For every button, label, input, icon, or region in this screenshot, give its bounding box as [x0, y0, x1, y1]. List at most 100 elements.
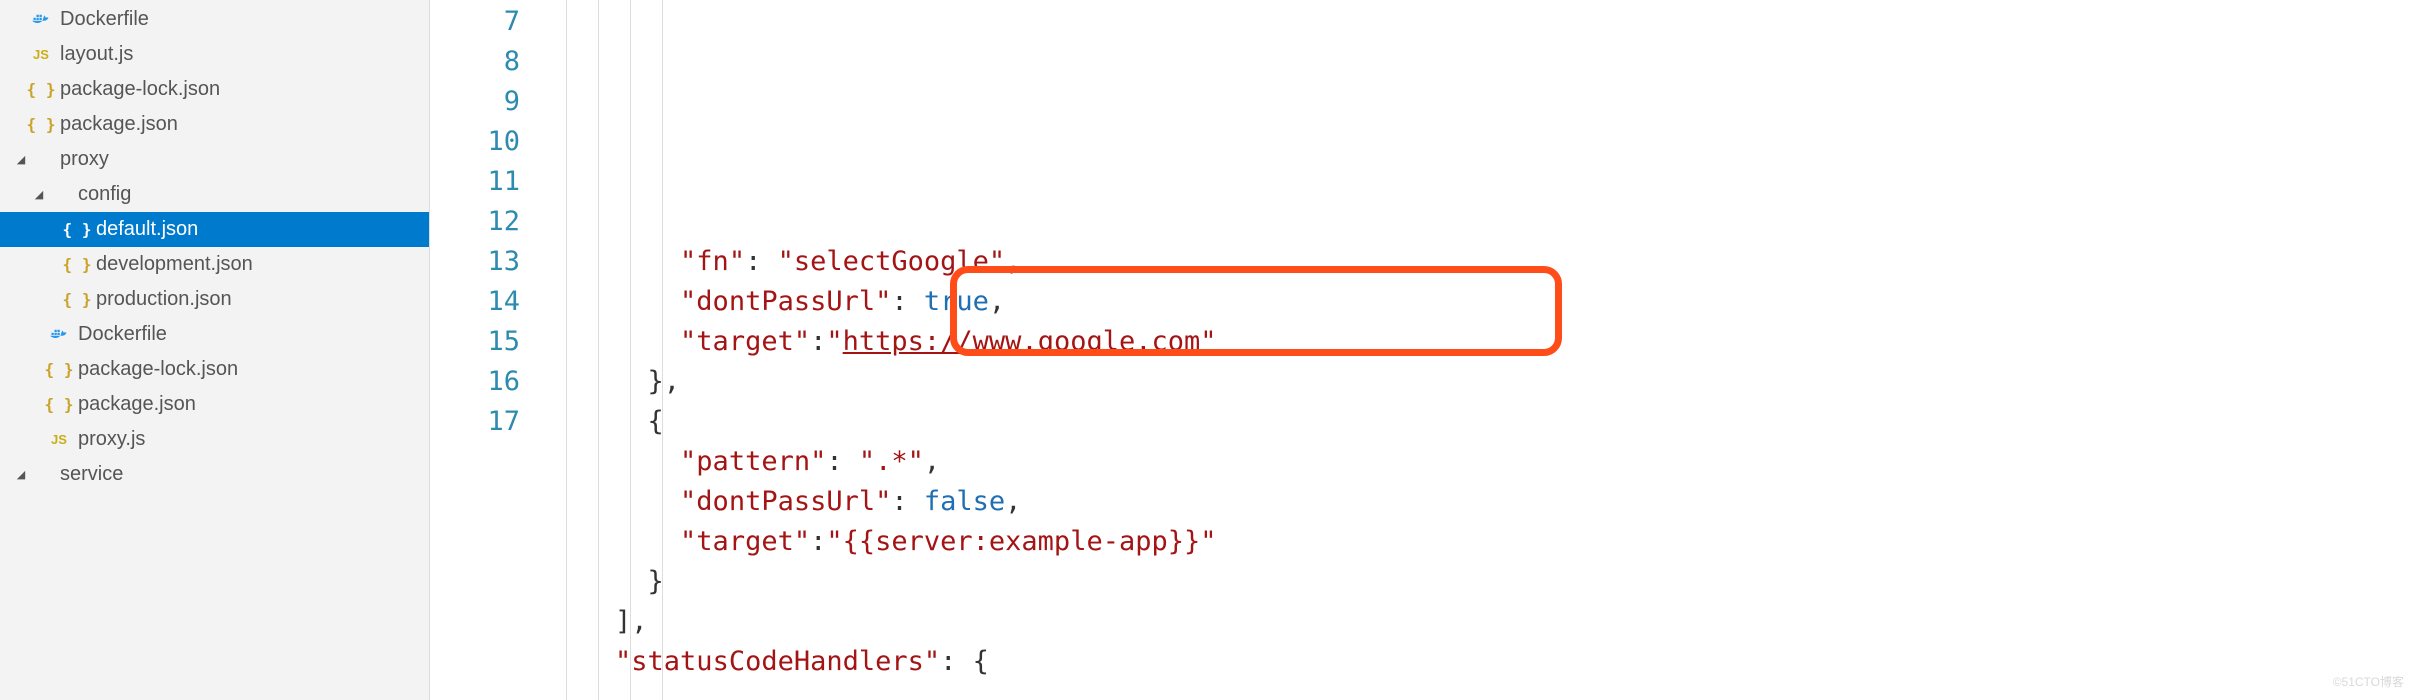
json-icon: { } — [66, 255, 88, 274]
code-token: }, — [648, 362, 681, 402]
code-token: : — [891, 282, 924, 322]
tree-file[interactable]: { } production.json — [0, 282, 429, 317]
indent-whitespace — [550, 442, 680, 482]
code-line[interactable]: ], — [550, 602, 2420, 642]
line-number: 9 — [430, 82, 520, 122]
js-icon: JS — [30, 47, 52, 62]
code-token: "dontPassUrl" — [680, 282, 891, 322]
indent-whitespace — [550, 322, 680, 362]
indent-whitespace — [550, 242, 680, 282]
line-number: 12 — [430, 202, 520, 242]
code-token: false — [924, 482, 1005, 522]
tree-file[interactable]: Dockerfile — [0, 2, 429, 37]
watermark: ©51CTO博客 — [2333, 673, 2404, 690]
json-icon: { } — [48, 360, 70, 379]
code-line[interactable]: }, — [550, 362, 2420, 402]
line-number: 16 — [430, 362, 520, 402]
tree-item-label: package.json — [78, 393, 196, 416]
code-line[interactable]: "statusCodeHandlers": { — [550, 642, 2420, 682]
code-token: ".*" — [859, 442, 924, 482]
tree-file[interactable]: { } default.json — [0, 212, 429, 247]
line-number: 17 — [430, 402, 520, 442]
code-token: "selectGoogle" — [778, 242, 1006, 282]
code-token: , — [924, 442, 940, 482]
code-token: : — [891, 482, 924, 522]
indent-whitespace — [550, 642, 615, 682]
tree-file[interactable]: JSlayout.js — [0, 37, 429, 72]
indent-whitespace — [550, 282, 680, 322]
tree-item-label: proxy — [60, 148, 109, 171]
tree-file[interactable]: { }package.json — [0, 107, 429, 142]
docker-icon — [30, 13, 52, 27]
code-token: "target" — [680, 322, 810, 362]
line-number: 15 — [430, 322, 520, 362]
tree-folder[interactable]: ◢ service — [0, 457, 429, 492]
code-token: : — [810, 322, 826, 362]
code-token: "pattern" — [680, 442, 826, 482]
line-number: 14 — [430, 282, 520, 322]
tree-file[interactable]: { } package-lock.json — [0, 352, 429, 387]
code-line[interactable]: "pattern": ".*", — [550, 442, 2420, 482]
file-explorer[interactable]: Dockerfile JSlayout.js { } package-lock.jso… — [0, 0, 430, 700]
tree-folder[interactable]: ◢ config — [0, 177, 429, 212]
tree-item-label: default.json — [96, 218, 198, 241]
tree-item-label: config — [78, 183, 131, 206]
code-token: , — [1005, 482, 1021, 522]
code-line[interactable]: "fn": "selectGoogle", — [550, 242, 2420, 282]
tree-file[interactable]: JS proxy.js — [0, 422, 429, 457]
code-token: https://www.google.com — [843, 322, 1201, 362]
code-token: "statusCodeHandlers" — [615, 642, 940, 682]
code-line[interactable]: "target":"{{server:example-app}}" — [550, 522, 2420, 562]
tree-file[interactable]: Dockerfile — [0, 317, 429, 352]
js-icon: JS — [48, 432, 70, 447]
tree-item-label: package-lock.json — [60, 78, 220, 101]
code-token: "dontPassUrl" — [680, 482, 891, 522]
tree-item-label: package-lock.json — [78, 358, 238, 381]
code-token: { — [973, 642, 989, 682]
line-number: 8 — [430, 42, 520, 82]
chevron-down-icon[interactable]: ◢ — [14, 153, 28, 166]
indent-guide — [662, 0, 663, 700]
line-number: 7 — [430, 2, 520, 42]
json-icon: { } — [48, 395, 70, 414]
tree-item-label: development.json — [96, 253, 253, 276]
tree-item-label: Dockerfile — [60, 8, 149, 31]
tree-item-label: production.json — [96, 288, 232, 311]
code-editor[interactable]: 7891011121314151617 "fn": "selectGoogle"… — [430, 0, 2420, 700]
indent-guide — [566, 0, 567, 700]
code-line[interactable]: { — [550, 402, 2420, 442]
code-area[interactable]: "fn": "selectGoogle", "dontPassUrl": tru… — [550, 0, 2420, 700]
indent-whitespace — [550, 482, 680, 522]
tree-item-label: Dockerfile — [78, 323, 167, 346]
tree-file[interactable]: { } package.json — [0, 387, 429, 422]
code-token: true — [924, 282, 989, 322]
code-token: : — [826, 442, 859, 482]
code-token: "target" — [680, 522, 810, 562]
code-line[interactable]: "target":"https://www.google.com" — [550, 322, 2420, 362]
tree-folder[interactable]: ◢ proxy — [0, 142, 429, 177]
json-icon: { } — [66, 220, 88, 239]
chevron-down-icon[interactable]: ◢ — [32, 188, 46, 201]
line-number: 10 — [430, 122, 520, 162]
line-number: 13 — [430, 242, 520, 282]
tree-item-label: package.json — [60, 113, 178, 136]
indent-guide — [598, 0, 599, 700]
chevron-down-icon[interactable]: ◢ — [14, 468, 28, 481]
tree-file[interactable]: { }package-lock.json — [0, 72, 429, 107]
code-token: " — [826, 322, 842, 362]
code-line[interactable]: "dontPassUrl": true, — [550, 282, 2420, 322]
code-token: , — [1005, 242, 1021, 282]
code-token: , — [989, 282, 1005, 322]
json-icon: { } — [66, 290, 88, 309]
tree-file[interactable]: { } development.json — [0, 247, 429, 282]
tree-item-label: proxy.js — [78, 428, 145, 451]
indent-whitespace — [550, 522, 680, 562]
docker-icon — [48, 328, 70, 342]
code-line[interactable]: "dontPassUrl": false, — [550, 482, 2420, 522]
code-token: ], — [615, 602, 648, 642]
tree-item-label: service — [60, 463, 123, 486]
line-number: 11 — [430, 162, 520, 202]
code-token: : — [940, 642, 973, 682]
code-token: : — [745, 242, 778, 282]
code-line[interactable]: } — [550, 562, 2420, 602]
